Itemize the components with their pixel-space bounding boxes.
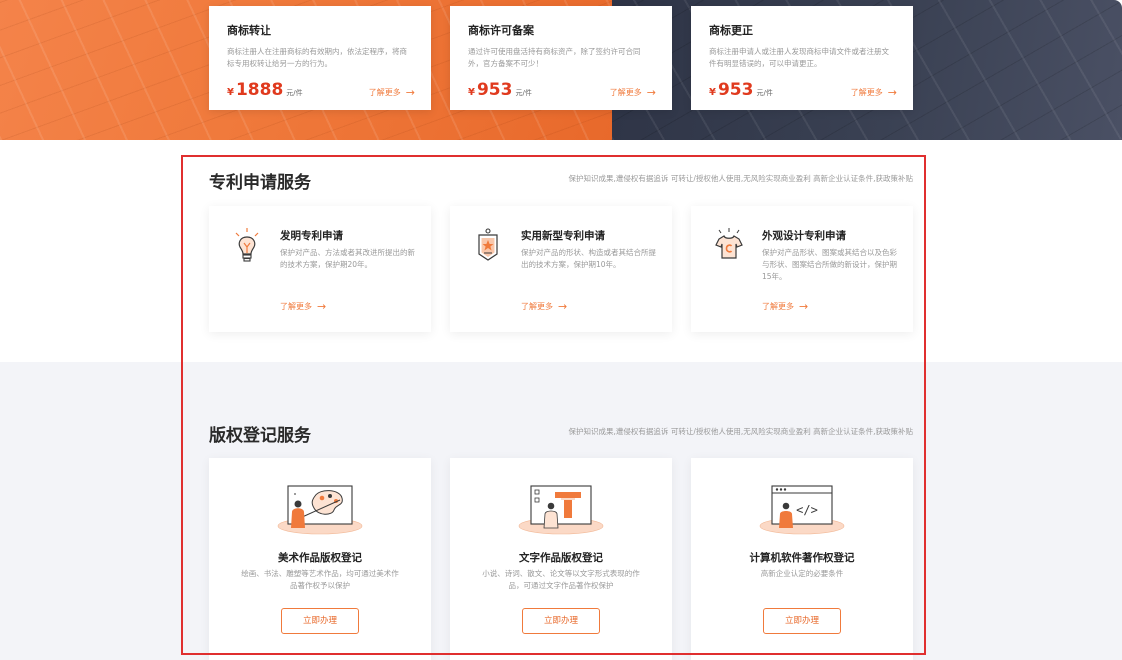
arrow-right-icon: →	[405, 86, 415, 99]
patent-card-desc: 保护对产品、方法或者其改进所提出的新的技术方案，保护期20年。	[280, 248, 415, 269]
learn-more-label: 了解更多	[850, 88, 883, 97]
patent-card-title: 实用新型专利申请	[521, 230, 605, 242]
patent-card-title: 外观设计专利申请	[762, 230, 846, 242]
art-palette-illustration	[277, 485, 363, 535]
apply-now-button[interactable]: 立即办理	[522, 608, 600, 634]
price: ¥953 元/件	[709, 80, 773, 100]
learn-more-label: 了解更多	[280, 302, 312, 311]
trademark-card: 商标更正 商标注册申请人或注册人发现商标申请文件或者注册文件有明显错误的，可以申…	[691, 6, 913, 110]
patent-section-title: 专利申请服务	[209, 173, 311, 193]
learn-more-link[interactable]: 了解更多 →	[851, 86, 897, 99]
arrow-right-icon: →	[799, 300, 809, 313]
arrow-right-icon: →	[558, 300, 568, 313]
price-unit: 元/件	[286, 89, 303, 97]
price: ¥953 元/件	[468, 80, 532, 100]
copyright-card: 美术作品版权登记 绘画、书法、雕塑等艺术作品，均可通过美术作品著作权予以保护 立…	[209, 458, 431, 660]
price-unit: 元/件	[756, 89, 773, 97]
svg-text:</>: </>	[796, 503, 818, 517]
learn-more-link[interactable]: 了解更多 →	[369, 86, 415, 99]
trademark-card-title: 商标转让	[227, 24, 271, 37]
trademark-card-desc: 商标注册人在注册商标的有效期内，依法定程序，将商标专用权转让给另一方的行为。	[227, 47, 407, 68]
price-value: 953	[476, 80, 513, 100]
learn-more-label: 了解更多	[762, 302, 794, 311]
patent-card-desc: 保护对产品的形状、构造或者其结合所提出的技术方案，保护期10年。	[521, 248, 656, 269]
apply-now-button[interactable]: 立即办理	[281, 608, 359, 634]
copyright-section-subtitle: 保护知识成果,遭侵权有据追诉 可转让/授权他人使用,无风险实现商业盈利 高新企业…	[568, 427, 913, 436]
currency-symbol: ¥	[227, 87, 234, 98]
learn-more-link[interactable]: 了解更多 →	[762, 300, 808, 313]
trademark-card-desc: 商标注册申请人或注册人发现商标申请文件或者注册文件有明显错误的，可以申请更正。	[709, 47, 889, 68]
price: ¥1888 元/件	[227, 80, 303, 100]
badge-icon	[478, 228, 498, 261]
learn-more-link[interactable]: 了解更多 →	[610, 86, 656, 99]
shirt-icon	[715, 228, 743, 259]
trademark-card-title: 商标更正	[709, 24, 753, 37]
lightbulb-icon	[235, 228, 259, 262]
copyright-card-title: 美术作品版权登记	[278, 552, 362, 564]
trademark-card: 商标许可备案 通过许可使用盘活持有商标资产，除了签约许可合同外，官方备案不可少！…	[450, 6, 672, 110]
apply-now-button[interactable]: 立即办理	[763, 608, 841, 634]
patent-card-desc: 保护对产品形状、图案或其结合以及色彩与形状、图案结合所做的新设计，保护期15年。	[762, 248, 897, 281]
copyright-card-desc: 绘画、书法、雕塑等艺术作品，均可通过美术作品著作权予以保护	[241, 569, 399, 590]
learn-more-link[interactable]: 了解更多 →	[280, 300, 326, 313]
patent-section-subtitle: 保护知识成果,遭侵权有据追诉 可转让/授权他人使用,无风险实现商业盈利 高新企业…	[568, 174, 913, 183]
price-value: 953	[717, 80, 754, 100]
trademark-card-desc: 通过许可使用盘活持有商标资产，除了签约许可合同外，官方备案不可少！	[468, 47, 641, 68]
copyright-card-title: 文字作品版权登记	[519, 552, 603, 564]
text-document-illustration	[518, 485, 604, 535]
patent-card: 实用新型专利申请 保护对产品的形状、构造或者其结合所提出的技术方案，保护期10年…	[450, 206, 672, 332]
copyright-card-desc: 高新企业认定的必要条件	[760, 569, 844, 578]
price-unit: 元/件	[515, 89, 532, 97]
copyright-card: </> 计算机软件著作权登记 高新企业认定的必要条件 立即办理	[691, 458, 913, 660]
learn-more-label: 了解更多	[368, 88, 401, 97]
learn-more-label: 了解更多	[609, 88, 642, 97]
price-value: 1888	[235, 80, 284, 100]
patent-card: 发明专利申请 保护对产品、方法或者其改进所提出的新的技术方案，保护期20年。 了…	[209, 206, 431, 332]
learn-more-link[interactable]: 了解更多 →	[521, 300, 567, 313]
trademark-card: 商标转让 商标注册人在注册商标的有效期内，依法定程序，将商标专用权转让给另一方的…	[209, 6, 431, 110]
learn-more-label: 了解更多	[521, 302, 553, 311]
copyright-card-desc: 小说、诗词、散文、论文等以文字形式表现的作品，可通过文字作品著作权保护	[482, 569, 640, 590]
trademark-card-title: 商标许可备案	[468, 24, 534, 37]
currency-symbol: ¥	[468, 87, 475, 98]
arrow-right-icon: →	[317, 300, 327, 313]
copyright-card-title: 计算机软件著作权登记	[749, 552, 855, 564]
arrow-right-icon: →	[646, 86, 656, 99]
arrow-right-icon: →	[887, 86, 897, 99]
currency-symbol: ¥	[709, 87, 716, 98]
code-window-illustration: </>	[759, 485, 845, 535]
patent-card: 外观设计专利申请 保护对产品形状、图案或其结合以及色彩与形状、图案结合所做的新设…	[691, 206, 913, 332]
patent-card-title: 发明专利申请	[280, 230, 343, 242]
copyright-card: 文字作品版权登记 小说、诗词、散文、论文等以文字形式表现的作品，可通过文字作品著…	[450, 458, 672, 660]
copyright-section-title: 版权登记服务	[209, 426, 311, 446]
